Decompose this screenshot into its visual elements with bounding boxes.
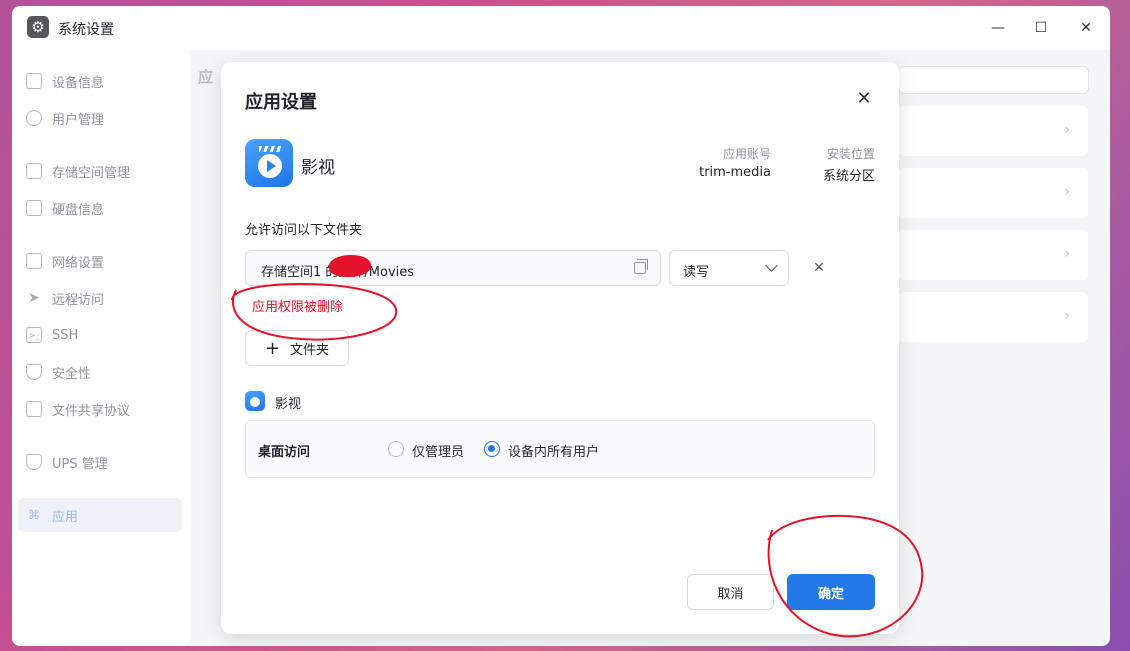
sidebar-item-label: 硬盘信息 [52,202,105,218]
sidebar-item-file-sharing[interactable]: 文件共享协议 [26,392,182,426]
maximize-button[interactable]: ☐ [1029,16,1053,40]
account-label: 应用账号 [722,147,771,161]
sidebar-item-label: UPS 管理 [52,456,108,472]
chevron-down-icon [765,259,778,272]
device-icon [26,73,42,89]
radio-admin-only[interactable] [388,441,404,457]
sidebar-item-apps[interactable]: ⌘ 应用 [18,498,182,532]
dialog-title: 应用设置 [245,92,317,113]
sidebar-item-network[interactable]: 网络设置 [26,244,182,278]
remote-icon: ➤ [28,290,40,306]
chevron-right-icon: › [1064,122,1070,138]
sidebar-item-remote[interactable]: ➤ 远程访问 [26,281,182,315]
cancel-button[interactable]: 取消 [687,574,774,610]
title-bar: ⚙ 系统设置 — ☐ ✕ [12,6,1110,50]
sidebar-item-label: SSH [52,327,79,343]
background-card: › [898,106,1088,156]
sidebar-item-ssh[interactable]: >_ SSH [26,318,182,352]
sidebar-item-label: 安全性 [52,366,92,382]
media-app-small-icon [245,391,265,411]
error-message: 应用权限被删除 [252,300,344,315]
chevron-right-icon: › [1064,184,1070,200]
remove-folder-button[interactable]: ✕ [809,258,829,278]
shield-icon [26,364,42,380]
location-value: 系统分区 [822,169,875,184]
sidebar: 设备信息 用户管理 存储空间管理 硬盘信息 网络设置 ➤ 远程访问 >_ SSH [12,50,190,646]
sidebar-item-users[interactable]: 用户管理 [26,101,182,135]
sidebar-item-storage[interactable]: 存储空间管理 [26,154,182,188]
background-card: › [898,168,1088,218]
section-app-name: 影视 [275,397,302,412]
ups-icon [26,454,42,470]
sidebar-item-label: 用户管理 [52,112,105,128]
disk-icon [26,200,42,216]
app-name: 影视 [301,158,335,178]
app-settings-dialog: 应用设置 ✕ 影视 应用账号 trim-media 安装位置 系统分区 允许访问… [221,62,899,634]
apps-icon: ⌘ [28,508,40,522]
chevron-right-icon: › [1064,308,1070,324]
radio-admin-only-label: 仅管理员 [412,445,465,460]
copy-icon[interactable] [634,259,648,274]
sidebar-item-label: 设备信息 [52,75,105,91]
close-window-button[interactable]: ✕ [1074,16,1098,40]
permission-select[interactable]: 读写 [669,250,789,286]
permission-value: 读写 [683,265,710,280]
chevron-right-icon: › [1064,246,1070,262]
desktop-access-label: 桌面访问 [258,445,311,460]
background-search-input [898,66,1089,94]
background-card: › [898,292,1088,342]
storage-icon [26,163,42,179]
terminal-icon: >_ [26,327,42,343]
sidebar-item-security[interactable]: 安全性 [26,355,182,389]
add-folder-button[interactable]: + 文件夹 [245,330,349,366]
window-title: 系统设置 [58,22,114,38]
user-icon [26,110,42,126]
sidebar-item-label: 应用 [52,509,79,525]
minimize-button[interactable]: — [986,16,1010,40]
add-folder-label: 文件夹 [290,342,330,358]
sidebar-item-label: 远程访问 [52,292,105,308]
sidebar-item-label: 存储空间管理 [52,165,131,181]
redaction-mark [329,255,371,277]
radio-all-users-label: 设备内所有用户 [508,445,600,460]
folder-path-field[interactable]: 存储空间1 的文件/Movies [245,250,661,286]
sidebar-item-label: 文件共享协议 [52,403,131,419]
dialog-close-button[interactable]: ✕ [852,86,876,110]
confirm-button[interactable]: 确定 [787,574,875,610]
background-heading: 应 [198,68,214,86]
sidebar-item-ups[interactable]: UPS 管理 [26,445,182,479]
network-icon [26,253,42,269]
media-app-icon [245,139,293,187]
account-value: trim-media [699,165,771,180]
sidebar-item-label: 网络设置 [52,255,105,271]
radio-all-users[interactable] [484,441,500,457]
sidebar-item-disk[interactable]: 硬盘信息 [26,191,182,225]
location-label: 安装位置 [826,147,875,161]
gear-icon: ⚙ [27,16,49,38]
background-card: › [898,230,1088,280]
folders-label: 允许访问以下文件夹 [245,223,363,238]
sidebar-item-device-info[interactable]: 设备信息 [26,64,182,98]
file-icon [26,401,42,417]
plus-icon: + [264,337,281,359]
desktop-access-panel: 桌面访问 仅管理员 设备内所有用户 [245,420,875,478]
